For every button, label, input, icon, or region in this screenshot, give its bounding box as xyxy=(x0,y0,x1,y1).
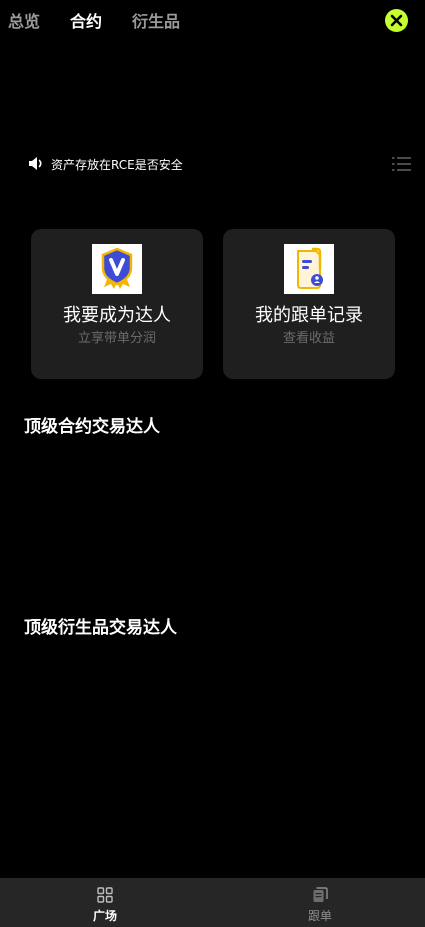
section-title-top-derivatives-experts: 顶级衍生品交易达人 xyxy=(24,618,177,638)
nav-item-copy-trade[interactable]: 跟单 xyxy=(270,878,370,927)
document-user-icon xyxy=(284,244,334,294)
become-expert-card[interactable]: 我要成为达人 立享带单分润 xyxy=(31,229,203,379)
list-icon[interactable] xyxy=(392,156,411,173)
card-subtitle: 立享带单分润 xyxy=(77,331,156,346)
section-title-top-contract-experts: 顶级合约交易达人 xyxy=(24,417,160,437)
grid-icon xyxy=(97,887,113,903)
close-icon xyxy=(390,14,403,27)
card-subtitle: 查看收益 xyxy=(282,331,335,346)
my-copy-records-card[interactable]: 我的跟单记录 查看收益 xyxy=(223,229,395,379)
tab-contract[interactable]: 合约 xyxy=(70,10,102,34)
close-button[interactable] xyxy=(385,9,408,32)
top-tab-bar: 总览 合约 衍生品 xyxy=(0,0,425,44)
nav-item-square[interactable]: 广场 xyxy=(55,878,155,927)
nav-label: 跟单 xyxy=(307,909,332,923)
tab-derivatives[interactable]: 衍生品 xyxy=(132,10,180,34)
copy-icon xyxy=(313,887,328,902)
speaker-icon xyxy=(29,157,42,170)
notice-text: 资产存放在RCE是否安全 xyxy=(51,158,183,172)
tab-overview[interactable]: 总览 xyxy=(8,10,40,34)
notice-bar[interactable]: 资产存放在RCE是否安全 xyxy=(28,154,413,176)
verified-badge-icon xyxy=(92,244,142,294)
card-title: 我的跟单记录 xyxy=(255,305,363,326)
bottom-nav: 广场 跟单 xyxy=(0,878,425,927)
nav-label: 广场 xyxy=(92,909,117,923)
card-title: 我要成为达人 xyxy=(63,305,171,326)
